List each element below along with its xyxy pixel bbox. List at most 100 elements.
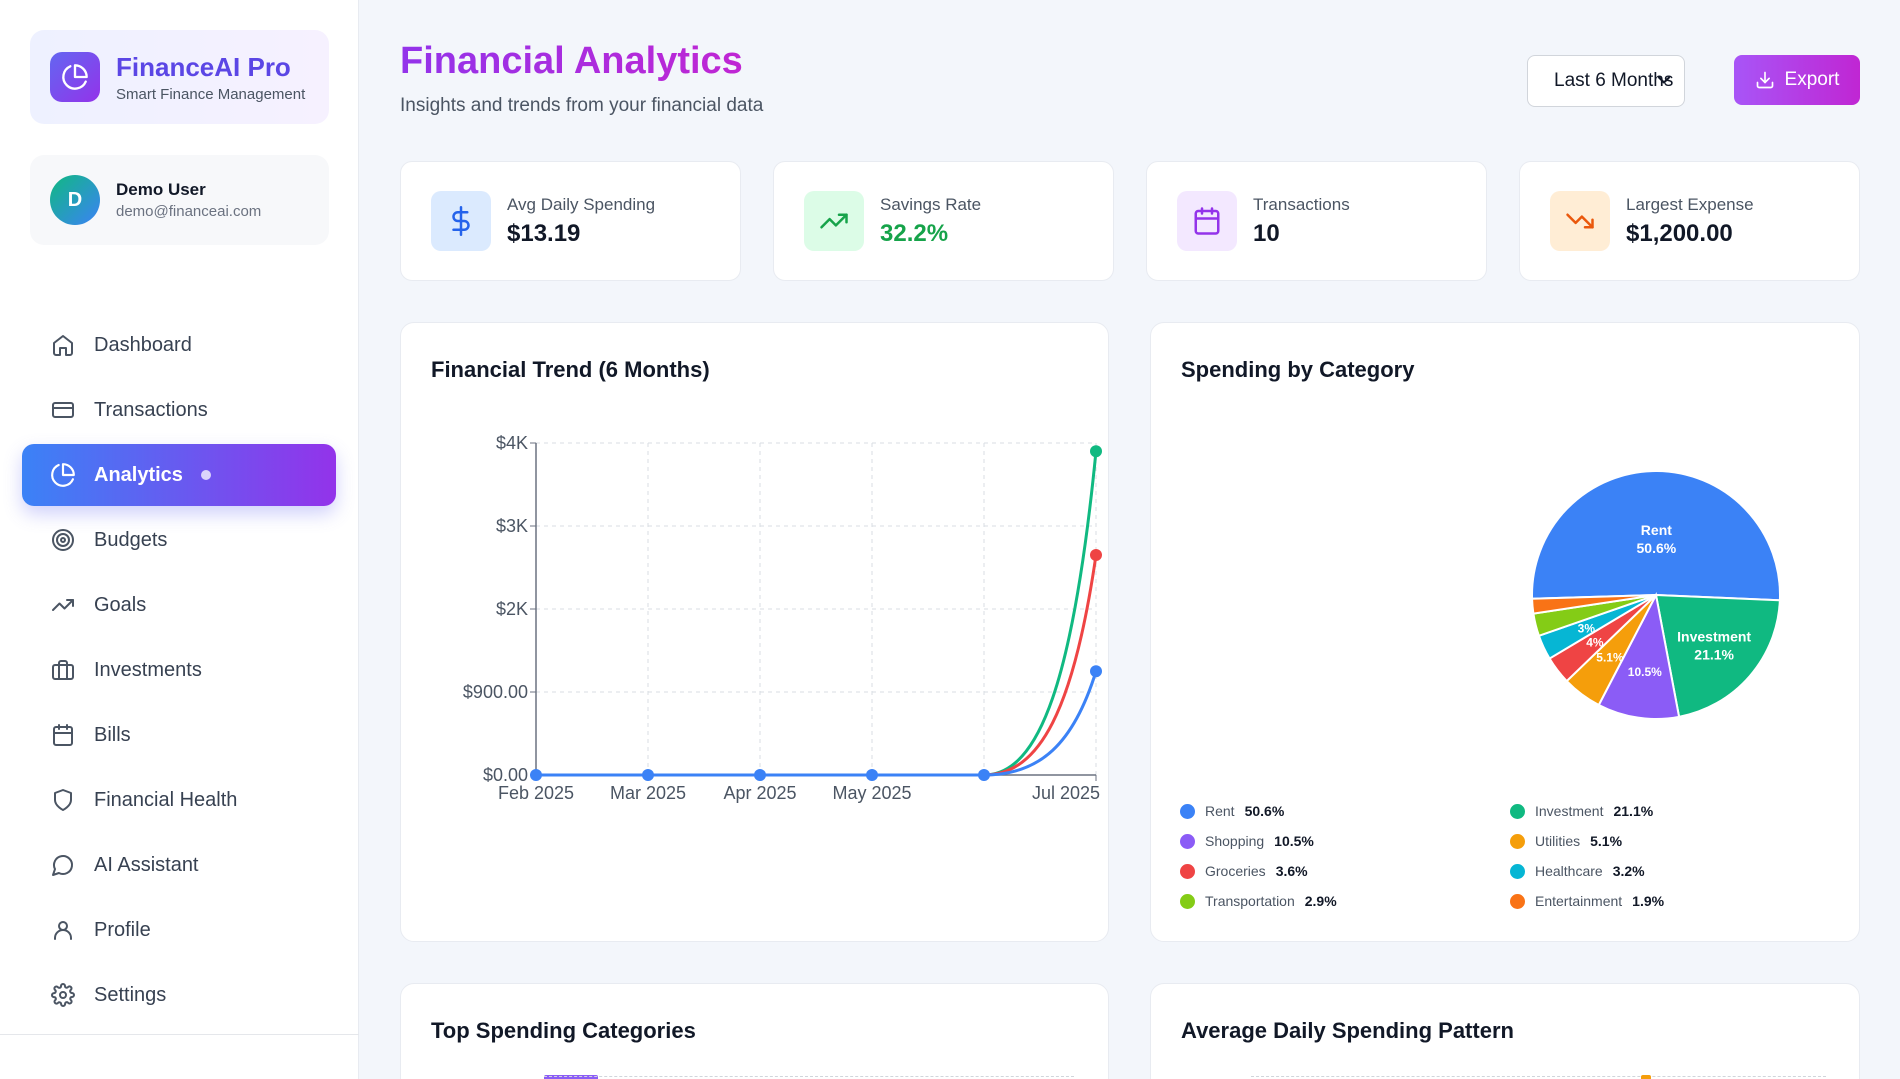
legend-label: Shopping <box>1205 833 1265 849</box>
legend-item[interactable]: Groceries 3.6% <box>1180 863 1308 879</box>
legend-percent: 10.5% <box>1274 833 1314 849</box>
x-tick-label: Feb 2025 <box>498 783 574 803</box>
sidebar-item-goals[interactable]: Goals <box>22 574 336 636</box>
export-label: Export <box>1784 69 1840 90</box>
legend-label: Transportation <box>1205 893 1295 909</box>
slice-value-label: 50.6% <box>1637 540 1677 556</box>
user-card[interactable]: D Demo User demo@financeai.com <box>30 155 329 245</box>
legend-swatch <box>1180 803 1195 819</box>
legend-item[interactable]: Transportation 2.9% <box>1180 893 1337 909</box>
sidebar-item-transactions[interactable]: Transactions <box>22 379 336 441</box>
sidebar-item-label: AI Assistant <box>94 853 199 876</box>
legend-swatch <box>1180 893 1195 909</box>
y-tick-label: $2K <box>496 599 528 619</box>
average-daily-spending-panel: Average Daily Spending Pattern <box>1150 983 1860 1079</box>
pie-chart-icon <box>50 462 76 488</box>
series-point <box>754 769 766 781</box>
panel-title: Average Daily Spending Pattern <box>1181 1018 1514 1043</box>
legend-item[interactable]: Healthcare 3.2% <box>1510 863 1645 879</box>
sidebar-item-analytics[interactable]: Analytics <box>22 444 336 506</box>
dollar-icon <box>431 191 491 251</box>
legend-label: Rent <box>1205 803 1235 819</box>
sidebar-item-label: Transactions <box>94 398 208 421</box>
sidebar-item-budgets[interactable]: Budgets <box>22 509 336 571</box>
series-point <box>642 769 654 781</box>
sidebar-item-bills[interactable]: Bills <box>22 704 336 766</box>
stat-value: $13.19 <box>507 219 581 247</box>
target-icon <box>50 527 76 553</box>
sidebar-item-label: Dashboard <box>94 333 192 356</box>
legend-swatch <box>1510 893 1525 909</box>
sidebar-item-investments[interactable]: Investments <box>22 639 336 701</box>
series-point <box>978 769 990 781</box>
sidebar-item-label: Goals <box>94 593 147 616</box>
trending-down-icon <box>1550 191 1610 251</box>
credit-card-icon <box>50 397 76 423</box>
stat-value: 10 <box>1253 219 1280 247</box>
stat-card-avg-daily-spending: Avg Daily Spending $13.19 <box>400 161 741 281</box>
calendar-icon <box>1177 191 1237 251</box>
sidebar-item-label: Financial Health <box>94 788 238 811</box>
stat-card-transactions: Transactions 10 <box>1146 161 1487 281</box>
legend-percent: 3.6% <box>1275 863 1308 879</box>
legend-swatch <box>1180 863 1195 879</box>
stat-card-savings-rate: Savings Rate 32.2% <box>773 161 1114 281</box>
x-tick-label: Mar 2025 <box>610 783 686 803</box>
legend-swatch <box>1180 833 1195 849</box>
legend-percent: 3.2% <box>1612 863 1645 879</box>
chevron-down-icon <box>1654 70 1674 96</box>
legend-label: Groceries <box>1205 863 1266 879</box>
legend-item[interactable]: Entertainment 1.9% <box>1510 893 1664 909</box>
legend-percent: 50.6% <box>1244 803 1285 819</box>
sidebar-item-settings[interactable]: Settings <box>22 964 336 1026</box>
avatar: D <box>50 175 100 225</box>
calendar-icon <box>50 722 76 748</box>
spending-pie-chart: Rent 50.6% Investment 21.1% 10.5% 5.1%4%3% <box>1531 470 1781 720</box>
legend-item[interactable]: Utilities 5.1% <box>1510 833 1622 849</box>
shield-icon <box>50 787 76 813</box>
financial-trend-line-chart: $0.00 $900.00 $2K $3K $4K Feb 2025 Mar 2025 Apr… <box>463 433 1102 803</box>
legend-label: Healthcare <box>1535 863 1603 879</box>
active-indicator-dot <box>200 470 211 480</box>
slice-value-label: 3% <box>1578 622 1596 636</box>
stat-label: Transactions <box>1253 194 1350 214</box>
stat-card-largest-expense: Largest Expense $1,200.00 <box>1519 161 1860 281</box>
legend-item[interactable]: Rent 50.6% <box>1180 803 1284 819</box>
sidebar-item-label: Analytics <box>94 463 183 486</box>
sidebar-item-financial-health[interactable]: Financial Health <box>22 769 336 831</box>
legend-percent: 5.1% <box>1590 833 1623 849</box>
spending-by-category-panel: Spending by Category Rent 50.6% Investment… <box>1150 322 1860 942</box>
financial-trend-panel: Financial Trend (6 Months) $0.00 $900.00 $… <box>400 322 1109 942</box>
x-tick-label: Apr 2025 <box>723 783 796 803</box>
legend-item[interactable]: Investment 21.1% <box>1510 803 1653 819</box>
brand-card[interactable]: FinanceAI Pro Smart Finance Management <box>30 30 329 124</box>
slice-label: Rent <box>1641 522 1672 538</box>
user-icon <box>50 917 76 943</box>
brand-subtitle: Smart Finance Management <box>116 85 306 103</box>
x-tick-label: Jul 2025 <box>1032 783 1100 803</box>
panel-title: Financial Trend (6 Months) <box>431 357 710 382</box>
series-point <box>530 769 542 781</box>
slice-value-label: 21.1% <box>1694 646 1734 662</box>
gear-icon <box>50 982 76 1008</box>
legend-item[interactable]: Shopping 10.5% <box>1180 833 1314 849</box>
stat-label: Largest Expense <box>1626 194 1754 214</box>
sidebar-item-label: Bills <box>94 723 131 746</box>
user-email: demo@financeai.com <box>116 203 262 220</box>
message-circle-icon <box>50 852 76 878</box>
slice-value-label: 5.1% <box>1596 651 1624 665</box>
sidebar-item-ai-assistant[interactable]: AI Assistant <box>22 834 336 896</box>
sidebar-item-label: Investments <box>94 658 202 681</box>
legend-label: Utilities <box>1535 833 1581 849</box>
brand-name: FinanceAI Pro <box>116 51 291 82</box>
sidebar-item-dashboard[interactable]: Dashboard <box>22 314 336 376</box>
legend-percent: 21.1% <box>1613 803 1654 819</box>
slice-value-label: 10.5% <box>1628 665 1662 679</box>
export-button[interactable]: Export <box>1734 55 1860 105</box>
y-tick-label: $3K <box>496 516 528 536</box>
legend-percent: 1.9% <box>1632 893 1665 909</box>
stat-value: $1,200.00 <box>1626 219 1733 247</box>
sidebar-item-profile[interactable]: Profile <box>22 899 336 961</box>
sidebar-divider <box>0 1034 359 1035</box>
period-select[interactable]: Last 6 Months <box>1527 55 1685 107</box>
